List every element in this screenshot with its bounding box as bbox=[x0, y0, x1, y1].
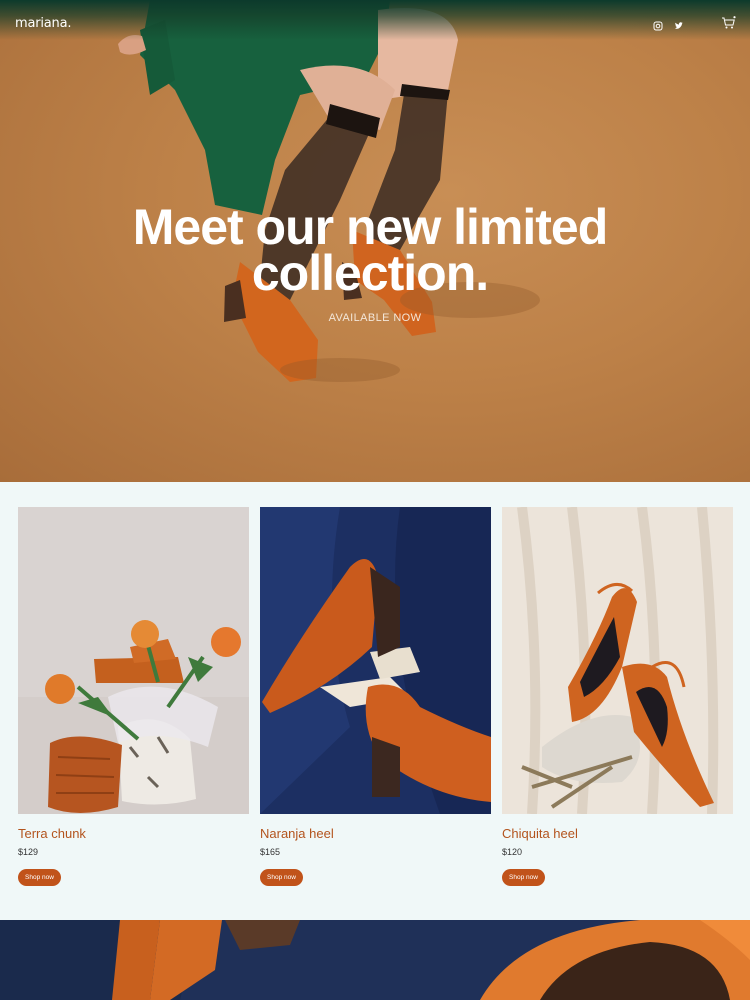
header-icons bbox=[653, 15, 736, 31]
twitter-icon[interactable] bbox=[674, 16, 686, 29]
header-gradient bbox=[0, 0, 750, 40]
product-card: Chiquita heel $120 Shop now bbox=[502, 507, 733, 886]
hero-subtitle[interactable]: AVAILABLE NOW bbox=[0, 312, 750, 324]
product-price: $120 bbox=[502, 847, 523, 857]
cart-icon[interactable] bbox=[721, 15, 736, 29]
hero-title-line-1: Meet our new limited bbox=[132, 199, 609, 255]
hero-banner: mariana. Meet our new limited collection… bbox=[0, 0, 750, 482]
shop-now-button[interactable]: Shop now bbox=[502, 869, 545, 886]
hero-title-line-2: collection. bbox=[251, 245, 489, 301]
brand-logo[interactable]: mariana. bbox=[15, 16, 71, 31]
product-name[interactable]: Chiquita heel bbox=[502, 826, 733, 841]
product-name[interactable]: Naranja heel bbox=[260, 826, 491, 841]
instagram-icon[interactable] bbox=[653, 16, 665, 31]
shop-now-button[interactable]: Shop now bbox=[260, 869, 303, 886]
promo-banner-image bbox=[0, 920, 750, 1000]
product-grid: Terra chunk $129 Shop now Naranja heel $… bbox=[0, 482, 750, 920]
product-name[interactable]: Terra chunk bbox=[18, 826, 249, 841]
product-image[interactable] bbox=[18, 507, 249, 814]
product-card: Terra chunk $129 Shop now bbox=[18, 507, 249, 886]
product-price: $165 bbox=[260, 847, 281, 857]
promo-photo bbox=[0, 920, 750, 1000]
product-price: $129 bbox=[18, 847, 39, 857]
product-card: Naranja heel $165 Shop now bbox=[260, 507, 491, 886]
hero-title: Meet our new limited collection. bbox=[0, 199, 740, 301]
shop-now-button[interactable]: Shop now bbox=[18, 869, 61, 886]
product-image[interactable] bbox=[502, 507, 733, 814]
product-image[interactable] bbox=[260, 507, 491, 814]
